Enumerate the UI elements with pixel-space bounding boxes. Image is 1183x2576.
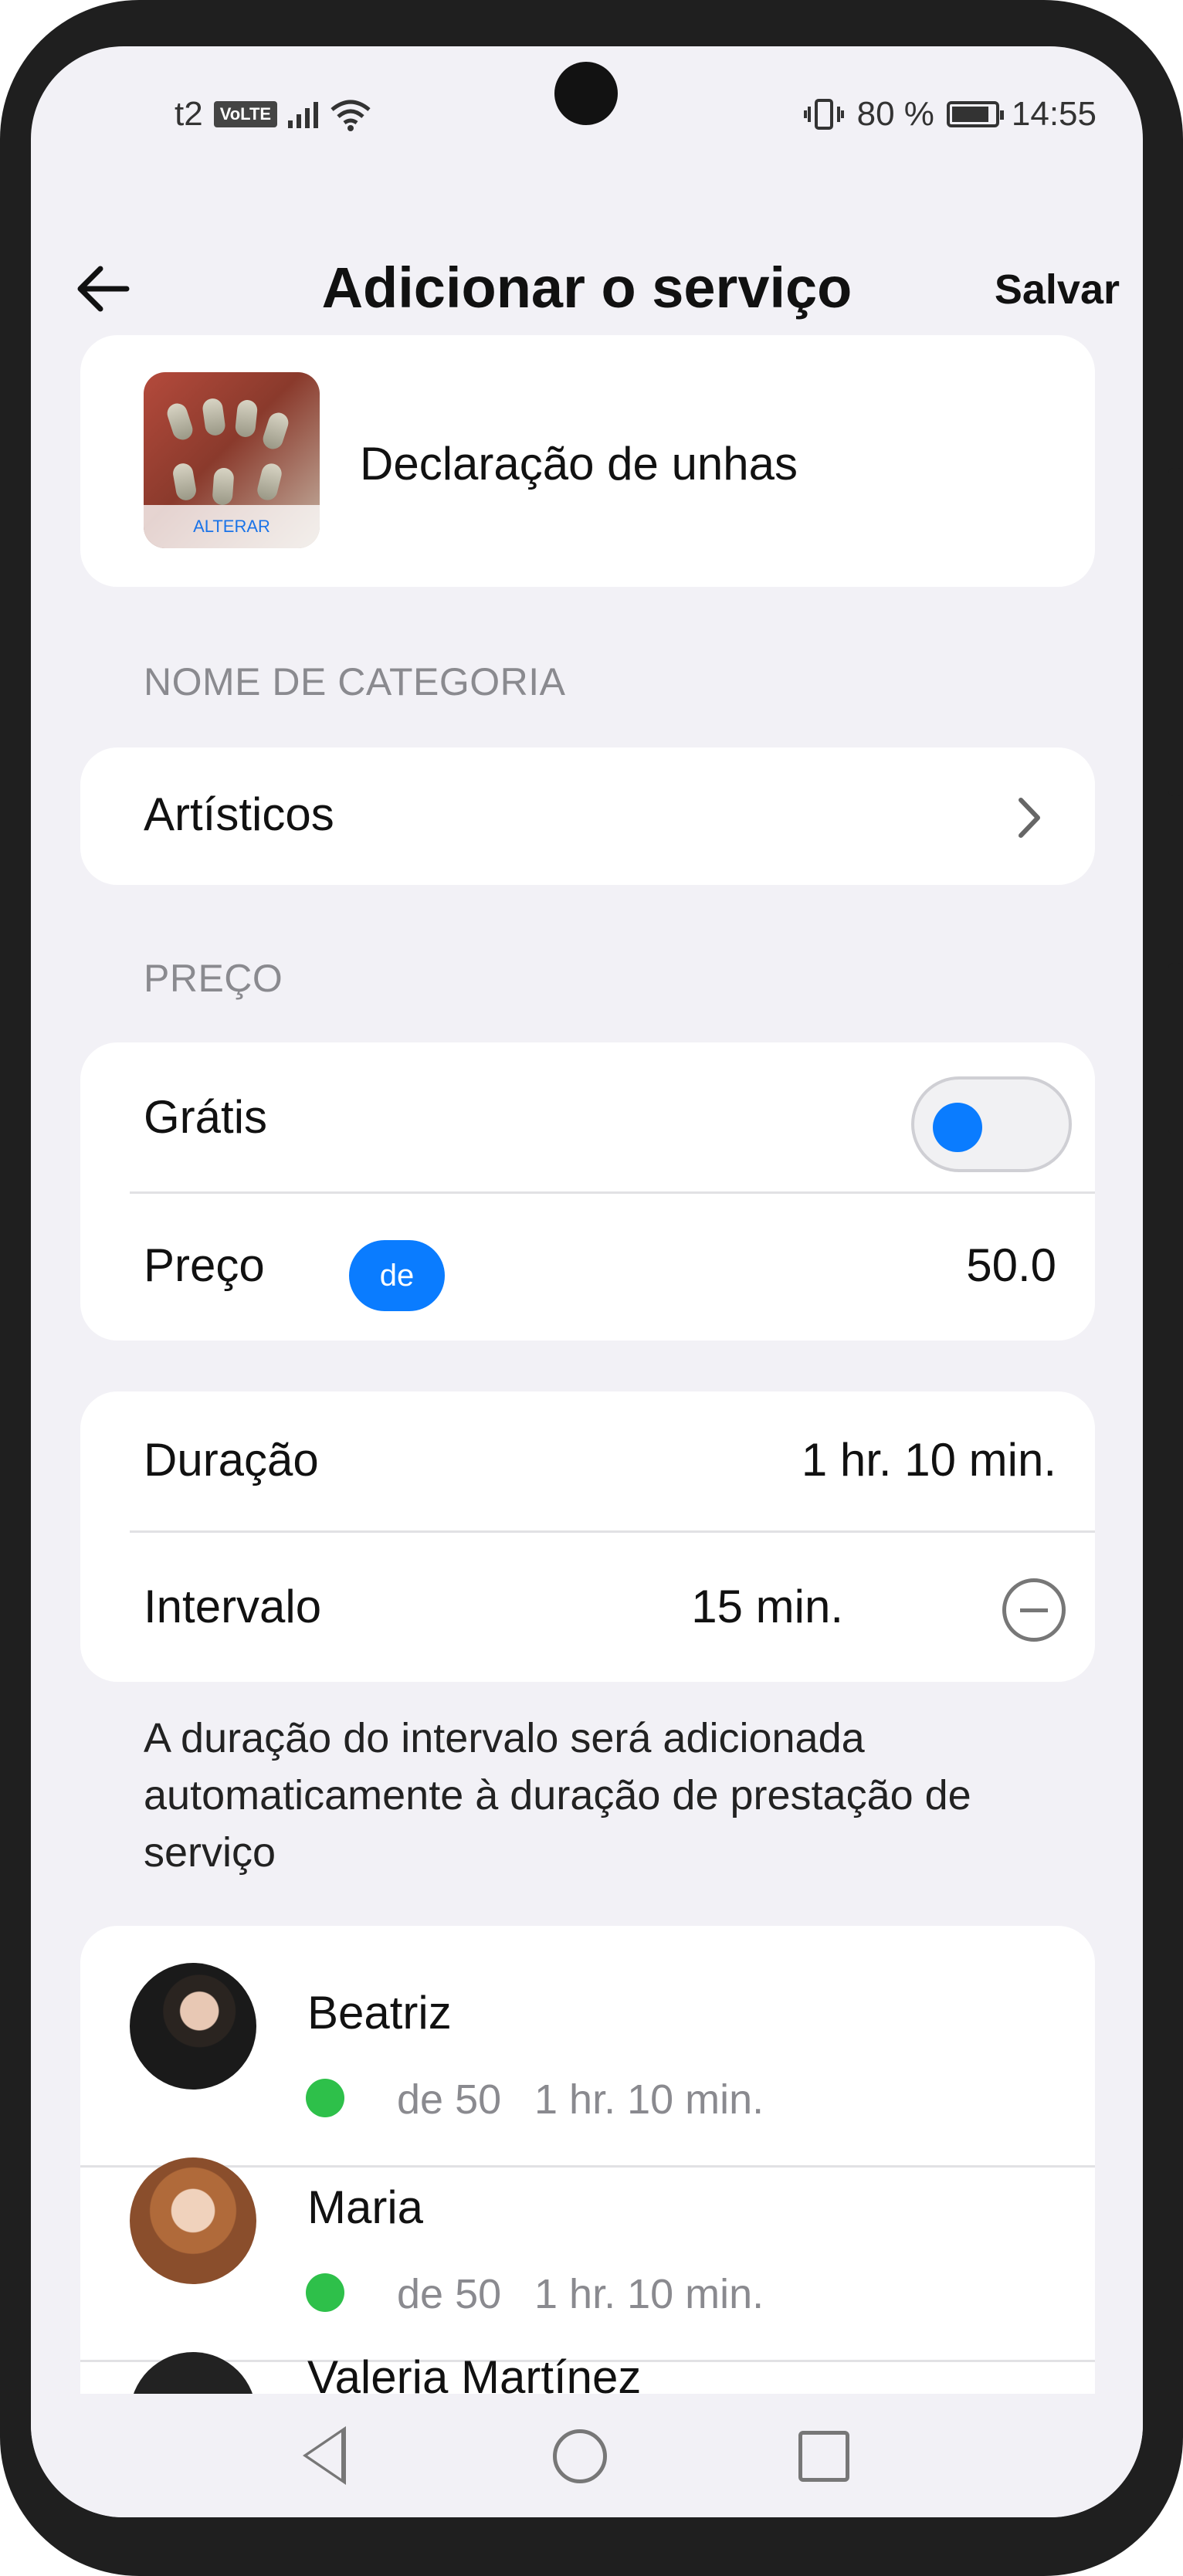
status-bar-left: t2 VoLTE xyxy=(175,91,372,137)
staff-name: Beatriz xyxy=(307,1987,452,2039)
front-camera xyxy=(554,62,618,125)
service-name[interactable]: Declaração de unhas xyxy=(360,437,798,490)
status-bar-right: 80 % 14:55 xyxy=(803,91,1097,137)
interval-value[interactable]: 15 min. xyxy=(691,1580,843,1633)
phone-frame: t2 VoLTE 80 % 14:55 Adicionar o serviço … xyxy=(0,0,1183,2576)
price-section-label: PREÇO xyxy=(144,957,283,1000)
price-label: Preço xyxy=(144,1239,265,1291)
interval-note: A duração do intervalo será adicionada a… xyxy=(144,1715,971,1876)
category-section-label: NOME DE CATEGORIA xyxy=(144,660,566,703)
toggle-knob xyxy=(933,1103,982,1152)
vibrate-icon xyxy=(803,97,845,131)
screen: t2 VoLTE 80 % 14:55 Adicionar o serviço … xyxy=(31,46,1143,2517)
chevron-right-icon xyxy=(1010,791,1049,845)
signal-icon xyxy=(288,100,319,128)
staff-name: Maria xyxy=(307,2181,424,2233)
volte-badge: VoLTE xyxy=(213,101,278,127)
duration-label: Duração xyxy=(144,1434,319,1486)
page-title: Adicionar o serviço xyxy=(321,256,853,320)
app-bar: Adicionar o serviço Salvar xyxy=(31,239,1143,340)
free-label: Grátis xyxy=(144,1091,268,1143)
divider xyxy=(130,1191,1095,1194)
staff-price: de 50 xyxy=(397,2076,502,2123)
status-dot xyxy=(306,2079,344,2117)
divider xyxy=(80,2165,1095,2168)
divider xyxy=(130,1530,1095,1533)
system-nav-bar xyxy=(31,2394,1143,2517)
save-button[interactable]: Salvar xyxy=(995,266,1120,314)
clock: 14:55 xyxy=(1011,95,1097,133)
staff-price: de 50 xyxy=(397,2271,502,2317)
carrier-label: t2 xyxy=(175,95,203,133)
avatar xyxy=(130,2157,256,2284)
avatar xyxy=(130,1963,256,2090)
free-toggle[interactable] xyxy=(911,1076,1072,1172)
change-photo-button[interactable]: ALTERAR xyxy=(144,505,320,548)
category-value: Artísticos xyxy=(144,788,334,840)
duration-value[interactable]: 1 hr. 10 min. xyxy=(802,1433,1056,1486)
service-photo[interactable]: ALTERAR xyxy=(144,372,320,548)
nav-recents-icon[interactable] xyxy=(798,2431,849,2482)
wifi-icon xyxy=(329,97,372,131)
price-prefix-pill[interactable]: de xyxy=(349,1240,445,1311)
battery-percent: 80 % xyxy=(856,95,934,133)
battery-icon xyxy=(946,101,1004,127)
status-dot xyxy=(306,2273,344,2312)
power-button xyxy=(1168,963,1183,1134)
staff-duration: 1 hr. 10 min. xyxy=(534,2271,764,2317)
nav-home-icon[interactable] xyxy=(553,2429,607,2483)
volume-button xyxy=(1168,468,1183,796)
category-row[interactable]: Artísticos xyxy=(80,747,1095,885)
price-value[interactable]: 50.0 xyxy=(966,1239,1056,1292)
staff-duration: 1 hr. 10 min. xyxy=(534,2076,764,2123)
interval-label: Intervalo xyxy=(144,1581,322,1632)
minus-circle-icon[interactable] xyxy=(1002,1578,1066,1642)
